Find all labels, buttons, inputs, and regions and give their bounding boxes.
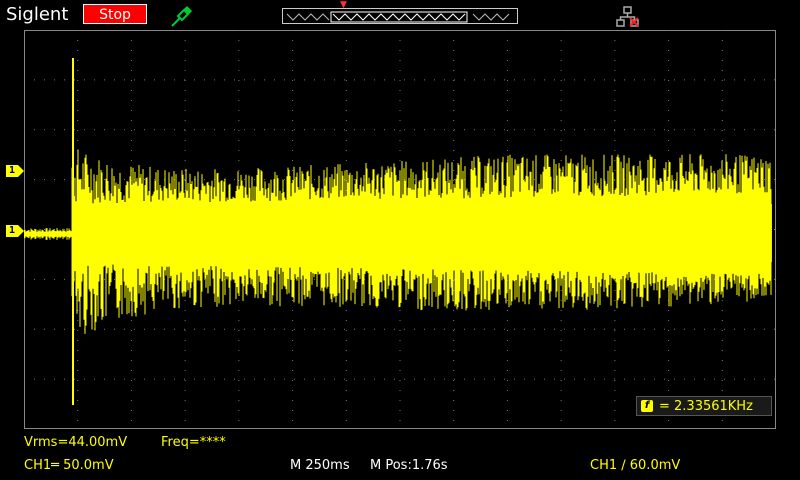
timebase[interactable]: M 250ms [290, 458, 350, 473]
probe-connected-icon [170, 4, 194, 28]
frequency-value: = 2.33561KHz [659, 399, 753, 414]
ch1-trigger-level-label: 1 [6, 165, 18, 177]
frequency-counter: f = 2.33561KHz [636, 396, 772, 416]
brand-logo: Siglent [6, 4, 69, 25]
ch1-trigger-level-marker[interactable]: 1 [6, 165, 24, 177]
trigger-setting[interactable]: CH1 ∕ 60.0mV [590, 458, 680, 473]
waveform-canvas [24, 30, 776, 429]
vrms-measurement: Vrms=44.00mV [24, 435, 128, 450]
network-icon [616, 6, 640, 28]
freq-measurement: Freq=**** [161, 435, 226, 450]
frequency-icon: f [641, 400, 653, 412]
top-bar: Siglent Stop ▼ [0, 0, 800, 30]
horizontal-position[interactable]: M Pos:1.76s [370, 458, 448, 473]
ch1-offset-marker[interactable]: 1 [6, 225, 24, 237]
ch1-offset-label: 1 [6, 225, 18, 237]
ch1-scale[interactable]: CH1═ 50.0mV [24, 458, 114, 473]
memory-position-bar [282, 8, 518, 24]
trigger-position-marker: ▼ [340, 0, 347, 10]
waveform-display[interactable] [24, 30, 776, 429]
run-stop-button[interactable]: Stop [83, 4, 147, 24]
ch1-waveform-core [72, 204, 772, 262]
